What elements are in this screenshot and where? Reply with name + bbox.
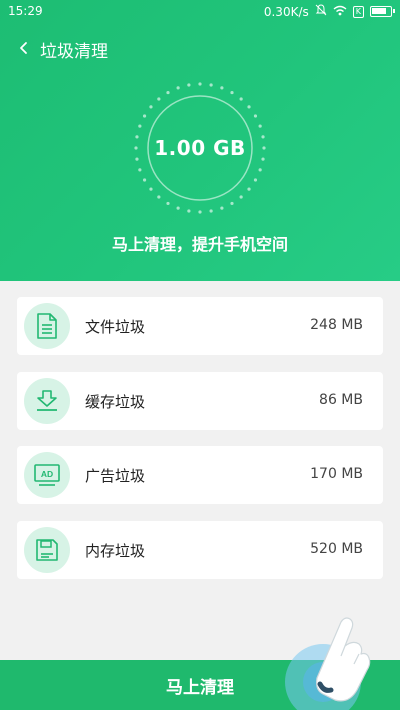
clean-now-label: 马上清理 <box>166 677 234 698</box>
junk-item-memory[interactable]: 内存垃圾 520 MB <box>17 521 383 579</box>
status-icons: 0.30K/s K <box>263 4 395 19</box>
junk-item-label: 文件垃圾 <box>85 318 146 336</box>
battery-icon <box>370 6 395 17</box>
header: 15:29 0.30K/s K 垃圾清理 1.00 GB 马上清理，提升手机空间 <box>0 0 400 281</box>
junk-item-size: 170 MB <box>310 466 363 482</box>
junk-item-ads[interactable]: AD 广告垃圾 170 MB <box>17 446 383 504</box>
junk-item-size: 86 MB <box>319 392 363 408</box>
wifi-icon <box>333 5 347 19</box>
status-bar: 15:29 0.30K/s K <box>0 0 400 22</box>
total-junk-size: 1.00 GB <box>154 136 246 160</box>
junk-item-size: 248 MB <box>310 317 363 333</box>
page-title: 垃圾清理 <box>40 42 108 62</box>
title-bar: 垃圾清理 <box>0 30 400 66</box>
download-icon <box>24 378 70 424</box>
size-ring: 1.00 GB <box>131 79 269 217</box>
clean-now-button[interactable]: 马上清理 <box>0 660 400 710</box>
back-button[interactable] <box>10 34 38 62</box>
status-time: 15:29 <box>8 4 43 18</box>
junk-item-file[interactable]: 文件垃圾 248 MB <box>17 297 383 355</box>
sim-icon: K <box>352 5 364 18</box>
junk-item-label: 缓存垃圾 <box>85 393 146 411</box>
junk-item-cache[interactable]: 缓存垃圾 86 MB <box>17 372 383 430</box>
storage-disk-icon <box>24 527 70 573</box>
file-icon <box>24 303 70 349</box>
ad-icon-text: AD <box>41 469 53 479</box>
header-subtitle: 马上清理，提升手机空间 <box>111 235 288 254</box>
network-speed: 0.30K/s <box>263 4 309 19</box>
junk-item-size: 520 MB <box>310 541 363 557</box>
ad-monitor-icon: AD <box>24 452 70 498</box>
junk-item-label: 内存垃圾 <box>85 542 146 560</box>
chevron-left-icon <box>20 42 27 54</box>
junk-item-label: 广告垃圾 <box>85 467 146 485</box>
mute-icon <box>315 4 327 19</box>
